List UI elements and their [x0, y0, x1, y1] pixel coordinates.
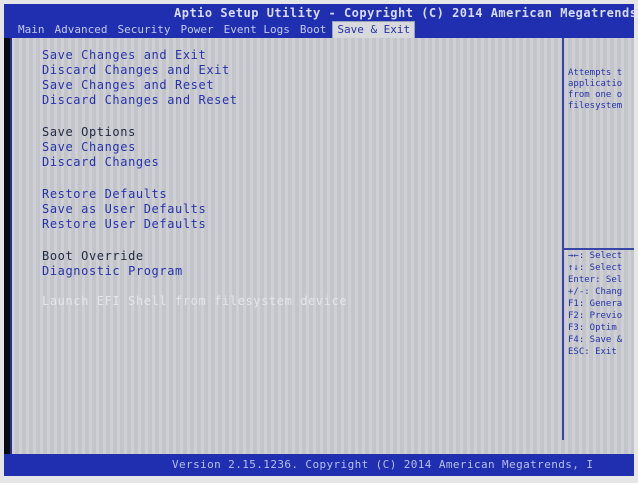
help-line: applicatio: [568, 79, 623, 89]
save-options-heading: Save Options: [42, 125, 136, 139]
menu-pane: Save Changes and Exit Discard Changes an…: [14, 38, 564, 440]
key-legend-line: F2: Previo: [568, 311, 623, 321]
key-legend-line: →←: Select: [568, 251, 623, 261]
key-legend: →←: Select ↑↓: Select Enter: Sel +/-: Ch…: [568, 250, 622, 358]
version-text: Version 2.15.1236. Copyright (C) 2014 Am…: [172, 458, 594, 471]
bios-screen: Aptio Setup Utility - Copyright (C) 2014…: [4, 4, 634, 476]
discard-changes-item[interactable]: Discard Changes: [42, 155, 159, 169]
save-changes-item[interactable]: Save Changes: [42, 140, 136, 154]
restore-defaults-item[interactable]: Restore Defaults: [42, 187, 167, 201]
tab-save-exit[interactable]: Save & Exit: [332, 21, 416, 38]
key-legend-line: ↑↓: Select: [568, 263, 623, 273]
help-pane: Attempts t applicatio from one o filesys…: [564, 38, 634, 440]
key-legend-line: +/-: Chang: [568, 287, 623, 297]
utility-title: Aptio Setup Utility - Copyright (C) 2014…: [174, 6, 634, 20]
diagnostic-program-item[interactable]: Diagnostic Program: [42, 264, 183, 278]
tab-boot[interactable]: Boot: [296, 22, 331, 38]
tab-event-logs[interactable]: Event Logs: [220, 22, 294, 38]
boot-override-heading: Boot Override: [42, 249, 144, 263]
settings-panel: Save Changes and Exit Discard Changes an…: [10, 38, 634, 460]
header-bar: Aptio Setup Utility - Copyright (C) 2014…: [4, 4, 634, 38]
save-changes-and-reset-item[interactable]: Save Changes and Reset: [42, 78, 214, 92]
key-legend-line: F1: Genera: [568, 299, 623, 309]
save-changes-and-exit-item[interactable]: Save Changes and Exit: [42, 48, 206, 62]
help-line: Attempts t: [568, 68, 623, 78]
help-line: from one o: [568, 90, 623, 100]
tab-main[interactable]: Main: [14, 22, 49, 38]
tab-advanced[interactable]: Advanced: [51, 22, 112, 38]
discard-changes-and-reset-item[interactable]: Discard Changes and Reset: [42, 93, 238, 107]
tab-bar: Main Advanced Security Power Event Logs …: [14, 20, 416, 38]
save-as-user-defaults-item[interactable]: Save as User Defaults: [42, 202, 206, 216]
key-legend-line: F3: Optim: [568, 323, 617, 333]
tab-power[interactable]: Power: [176, 22, 217, 38]
key-legend-line: F4: Save &: [568, 335, 623, 345]
key-legend-line: Enter: Sel: [568, 275, 623, 285]
discard-changes-and-exit-item[interactable]: Discard Changes and Exit: [42, 63, 230, 77]
footer-bar: Version 2.15.1236. Copyright (C) 2014 Am…: [4, 454, 634, 476]
tab-security[interactable]: Security: [113, 22, 174, 38]
launch-efi-shell-item[interactable]: Launch EFI Shell from filesystem device: [42, 294, 347, 308]
restore-user-defaults-item[interactable]: Restore User Defaults: [42, 217, 206, 231]
key-legend-line: ESC: Exit: [568, 347, 617, 357]
help-line: filesystem: [568, 101, 623, 111]
